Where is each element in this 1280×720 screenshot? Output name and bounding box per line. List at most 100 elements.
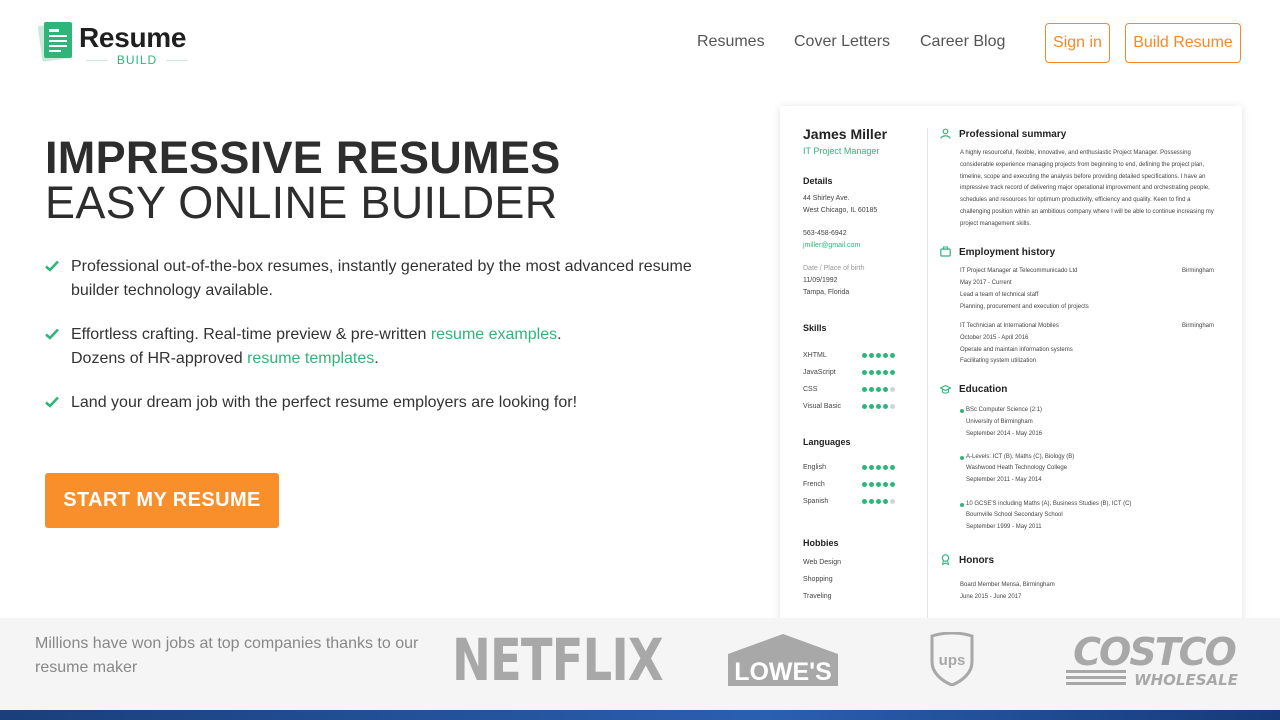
rating-dot [862, 404, 867, 409]
nav-cover-letters-link[interactable]: Cover Letters [794, 33, 890, 50]
rating-dot [869, 404, 874, 409]
edu-school: University of Birmingham [966, 419, 1033, 425]
person-icon [940, 128, 951, 139]
edu-degree: BSc Computer Science (2:1) [966, 407, 1043, 413]
job-title: IT Project Manager at Telecommunicado Lt… [960, 268, 1078, 274]
rating-dot [890, 482, 895, 487]
rating-dot [876, 387, 881, 392]
address-line: West Chicago, IL 60185 [803, 207, 878, 214]
award-icon [941, 554, 950, 565]
language-rating [862, 465, 897, 473]
nav-career-blog[interactable]: Career Blog [920, 31, 1005, 53]
resume-preview[interactable]: James Miller IT Project Manager Details … [780, 106, 1242, 626]
nav-career-blog-link[interactable]: Career Blog [920, 33, 1005, 50]
rating-dot [862, 482, 867, 487]
check-icon [45, 260, 59, 272]
build-resume-button[interactable]: Build Resume [1125, 23, 1241, 63]
rating-dot [876, 465, 881, 470]
skill-rating [862, 353, 897, 361]
check-icon [45, 396, 59, 408]
details-heading: Details [803, 176, 833, 186]
resume-role: IT Project Manager [803, 146, 880, 156]
honors-heading: Honors [959, 555, 994, 566]
feature-text: Effortless crafting. Real-time preview &… [71, 326, 431, 343]
lowes-logo-text: LOWE'S [734, 658, 832, 686]
sign-in-button[interactable]: Sign in [1045, 23, 1110, 63]
language-rating [862, 499, 897, 507]
netflix-logo: NETFLIX [452, 626, 664, 694]
language-name: English [803, 464, 826, 471]
feature-item: Effortless crafting. Real-time preview &… [45, 323, 725, 371]
feature-text: Land your dream job with the perfect res… [71, 394, 578, 411]
rating-dot [862, 499, 867, 504]
language-rating [862, 482, 897, 490]
skill-name: CSS [803, 386, 818, 393]
dob: 11/09/1992 [803, 277, 838, 284]
costco-logo-text: COSTCO [1073, 632, 1235, 674]
skill-rating [862, 404, 897, 412]
rating-dot [890, 499, 895, 504]
rating-dot [883, 482, 888, 487]
rating-dot [890, 404, 895, 409]
skills-heading: Skills [803, 323, 827, 333]
summary-heading: Professional summary [959, 129, 1067, 140]
rating-dot [869, 353, 874, 358]
job-title: IT Technician at International Mobiles [960, 323, 1059, 329]
feature-text: . [374, 350, 379, 367]
rating-dot [890, 465, 895, 470]
language-name: French [803, 481, 825, 488]
footer-bar [0, 710, 1280, 720]
rating-dot [890, 370, 895, 375]
costco-logo: COSTCO WHOLESALE [1066, 632, 1239, 688]
employment-heading: Employment history [959, 247, 1056, 258]
rating-dot [876, 353, 881, 358]
rating-dot [869, 499, 874, 504]
start-my-resume-button[interactable]: START MY RESUME [45, 473, 279, 528]
rating-dot [869, 370, 874, 375]
feature-text: Dozens of HR-approved [71, 350, 248, 367]
check-icon [45, 328, 59, 340]
nav-cover-letters[interactable]: Cover Letters [794, 31, 890, 53]
hero-title-bold: IMPRESSIVE RESUMES [45, 132, 561, 183]
edu-degree: A-Levels: ICT (B), Maths (C), Biology (B… [966, 454, 1075, 460]
rating-dot [862, 387, 867, 392]
job-dates: May 2017 - Current [960, 280, 1012, 286]
summary-text: A highly resourceful, flexible, innovati… [960, 150, 1214, 227]
edu-dates: September 2011 - May 2014 [966, 477, 1042, 483]
rating-dot [883, 465, 888, 470]
rating-dot [890, 353, 895, 358]
resume-templates-link[interactable]: resume templates [247, 350, 374, 367]
email: jmiller@gmail.com [803, 242, 861, 249]
trusted-by-text: Millions have won jobs at top companies … [35, 635, 419, 676]
brand-sub: BUILD [86, 53, 188, 67]
honors-line: June 2015 - June 2017 [960, 594, 1022, 600]
bullet [960, 503, 964, 507]
rating-dot [883, 404, 888, 409]
languages-heading: Languages [803, 437, 851, 447]
skill-name: JavaScript [803, 369, 836, 376]
rating-dot [883, 353, 888, 358]
pob: Tampa, Florida [803, 289, 850, 296]
rating-dot [890, 387, 895, 392]
hobbies-heading: Hobbies [803, 538, 839, 548]
hobby-item: Traveling [803, 593, 832, 600]
nav-resumes-link[interactable]: Resumes [697, 33, 765, 50]
resume-name: James Miller [803, 126, 888, 142]
hobby-item: Web Design [803, 559, 842, 566]
divider [927, 128, 928, 626]
job-line: Facilitating system utilization [960, 358, 1037, 364]
edu-dates: September 2014 - May 2016 [966, 431, 1043, 437]
rating-dot [876, 404, 881, 409]
job-dates: October 2015 - April 2016 [960, 335, 1029, 341]
job-line: Planning, procurement and execution of p… [960, 304, 1089, 310]
document-icon [38, 22, 73, 62]
edu-degree: 10 GCSE'S including Maths (A), Business … [966, 501, 1132, 507]
job-city: Birmingham [1182, 268, 1215, 274]
skill-name: XHTML [803, 352, 827, 359]
rating-dot [876, 370, 881, 375]
skill-rating [862, 387, 897, 395]
brand-logo[interactable]: Resume BUILD [38, 20, 198, 68]
job-line: Lead a team of technical staff [960, 292, 1039, 298]
resume-examples-link[interactable]: resume examples [431, 326, 557, 343]
nav-resumes[interactable]: Resumes [697, 31, 765, 53]
